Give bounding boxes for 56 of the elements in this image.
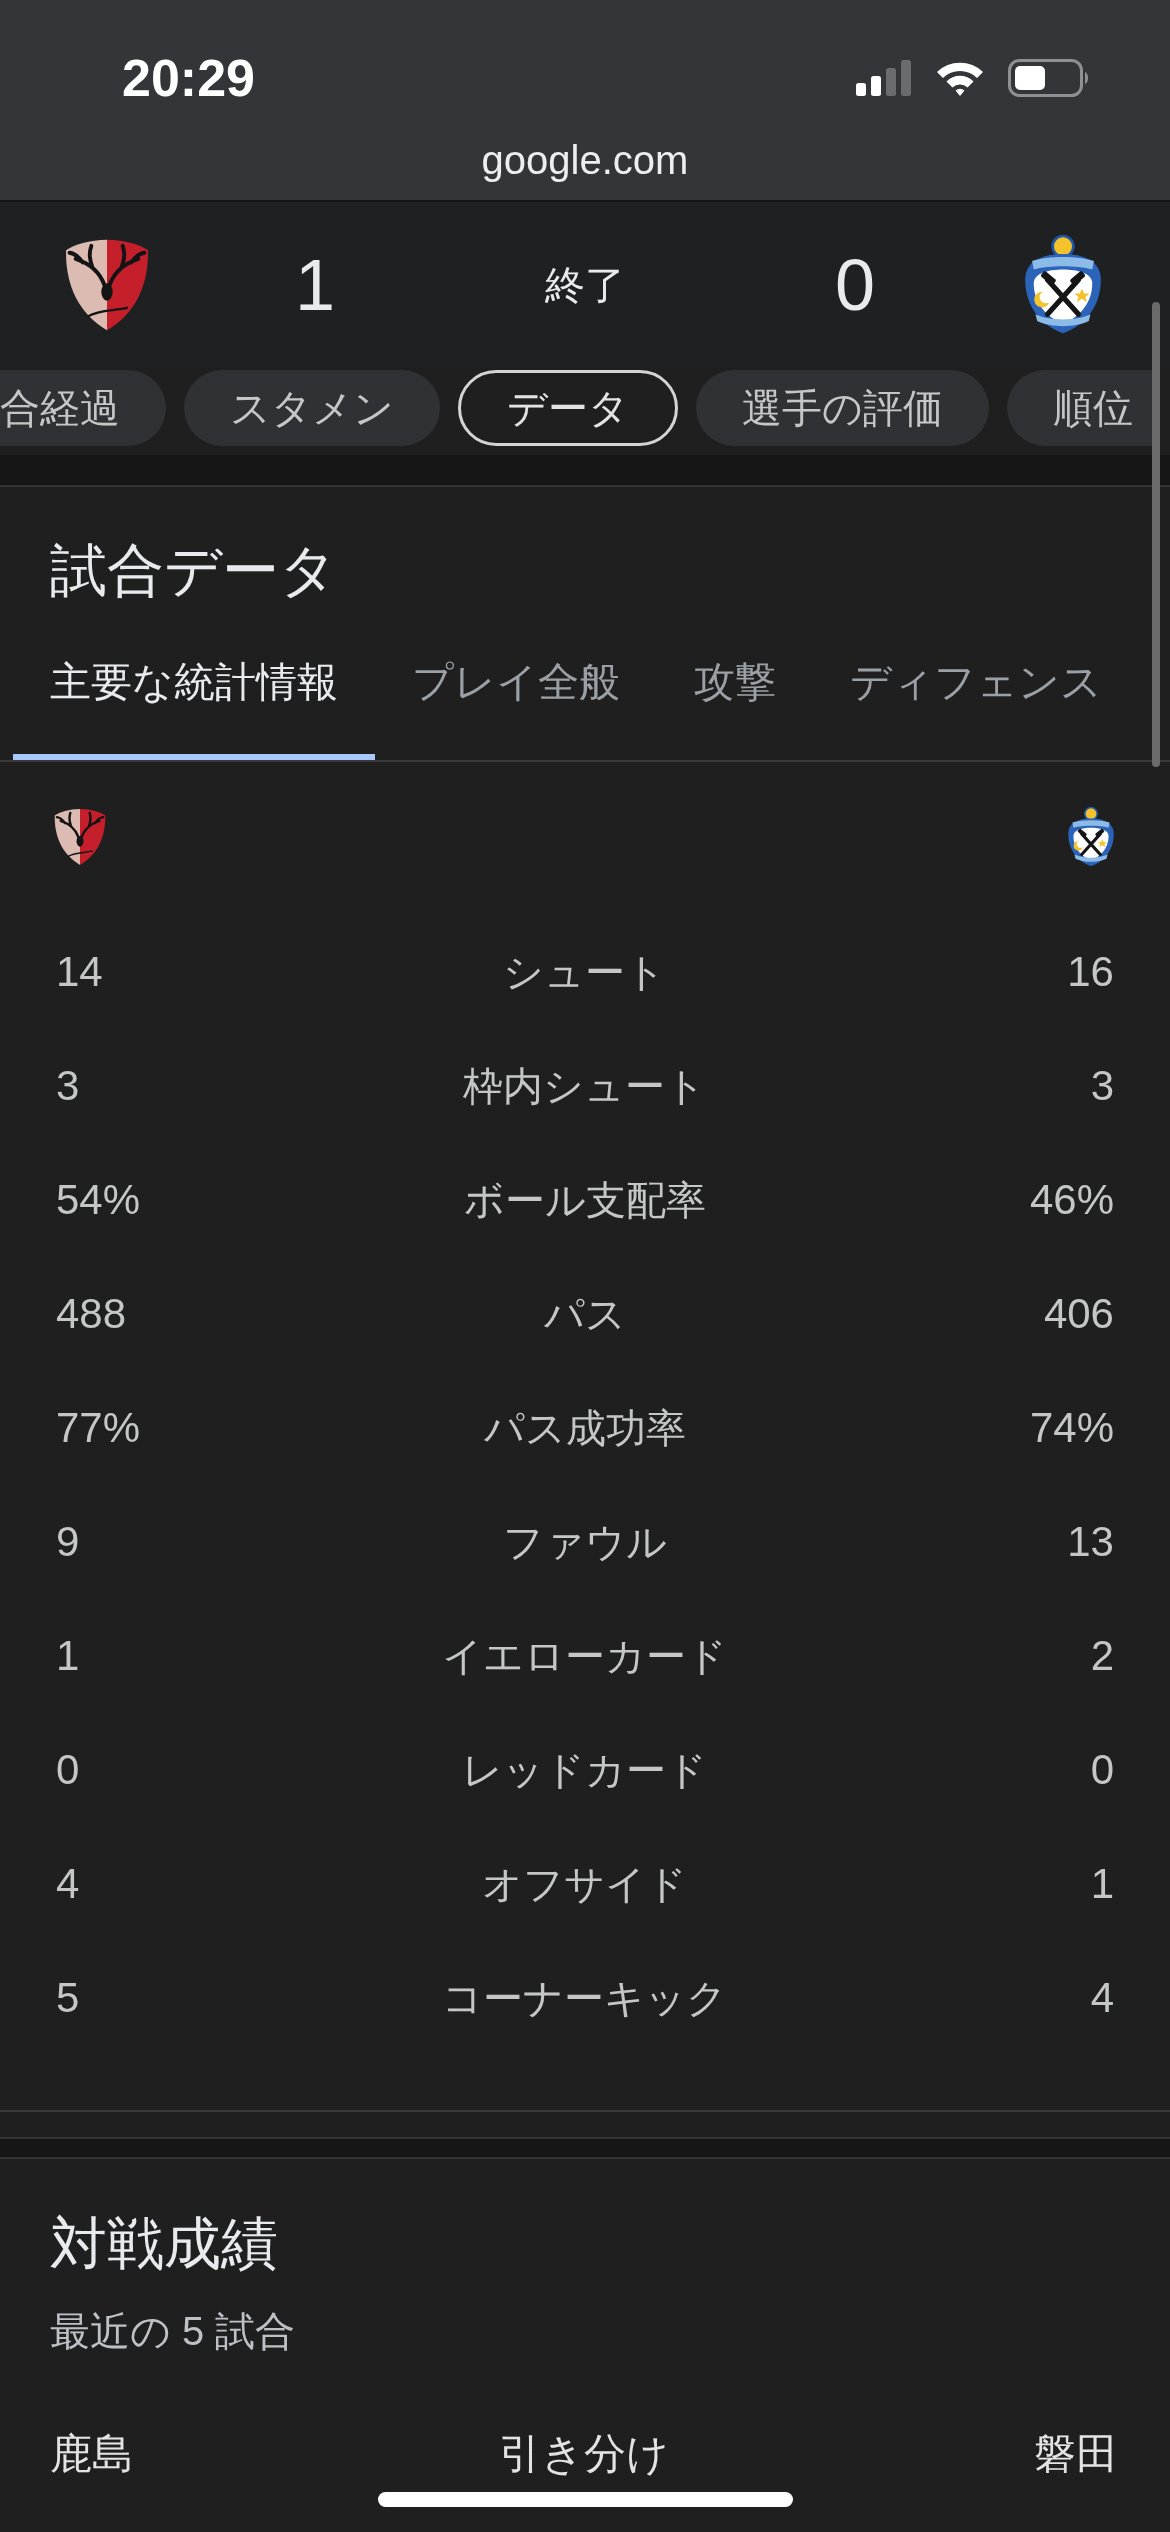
stat-value: 5	[56, 1973, 80, 2023]
stats-tab[interactable]: 主要な統計情報	[13, 604, 375, 760]
filter-chip[interactable]: 合経過	[0, 370, 166, 446]
filter-chip[interactable]: 選手の評価	[696, 370, 989, 446]
match-status: 終了	[545, 262, 625, 309]
section-subtitle: 最近の 5 試合	[50, 2308, 296, 2355]
stat-value: 488	[56, 1289, 127, 1339]
stat-value: 46%	[1029, 1175, 1114, 1225]
stat-value: 1	[1090, 1859, 1114, 1909]
antler-shield-icon	[63, 238, 151, 332]
stat-value: 4	[56, 1859, 80, 1909]
stat-value: 9	[56, 1517, 80, 1567]
address-bar-url[interactable]: google.com	[481, 136, 689, 184]
stat-value: 4	[1090, 1973, 1114, 2023]
section-title: 対戦成績	[50, 2210, 278, 2277]
stat-label: ファウル	[503, 1519, 667, 1566]
filter-chip[interactable]: 順位	[1007, 370, 1153, 446]
section-title: 試合データ	[50, 537, 337, 604]
battery-icon	[1008, 59, 1090, 97]
stat-value: 13	[1067, 1517, 1114, 1567]
stats-tab[interactable]: ディフェンス	[813, 604, 1139, 760]
stat-value: 3	[56, 1061, 80, 1111]
stat-label: コーナーキック	[442, 1975, 728, 2022]
stat-label: パス成功率	[484, 1405, 686, 1452]
stat-label: 枠内シュート	[463, 1063, 707, 1110]
filter-chip[interactable]: データ	[458, 370, 678, 446]
stat-label: ボール支配率	[464, 1177, 706, 1224]
stat-label: パス	[544, 1291, 626, 1338]
home-score: 1	[294, 245, 335, 325]
wifi-icon	[936, 60, 984, 96]
filter-chip[interactable]: スタメン	[184, 370, 440, 446]
stat-label: レッドカード	[462, 1747, 708, 1794]
antler-shield-icon	[53, 808, 107, 866]
hammer-crest-icon	[1065, 807, 1117, 867]
team-name: 磐田	[1034, 2429, 1118, 2479]
stat-value: 1	[56, 1631, 80, 1681]
signal-icon	[856, 60, 912, 96]
stat-value: 77%	[56, 1403, 141, 1453]
away-score: 0	[834, 245, 875, 325]
stat-value: 16	[1067, 947, 1114, 997]
stat-label: オフサイド	[482, 1861, 688, 1908]
stat-value: 54%	[56, 1175, 141, 1225]
stat-value: 2	[1090, 1631, 1114, 1681]
stats-tab[interactable]: プレイ全般	[375, 604, 657, 760]
stat-value: 74%	[1029, 1403, 1114, 1453]
stat-value: 0	[56, 1745, 80, 1795]
stat-label: イエローカード	[442, 1633, 728, 1680]
stat-label: シュート	[503, 949, 667, 996]
status-time: 20:29	[122, 48, 255, 108]
team-name: 鹿島	[50, 2429, 134, 2479]
stat-value: 14	[56, 947, 103, 997]
draws-label: 引き分け	[499, 2429, 669, 2479]
stat-value: 406	[1043, 1289, 1114, 1339]
stat-value: 3	[1090, 1061, 1114, 1111]
stat-value: 0	[1090, 1745, 1114, 1795]
stats-tab[interactable]: 攻撃	[657, 604, 813, 760]
